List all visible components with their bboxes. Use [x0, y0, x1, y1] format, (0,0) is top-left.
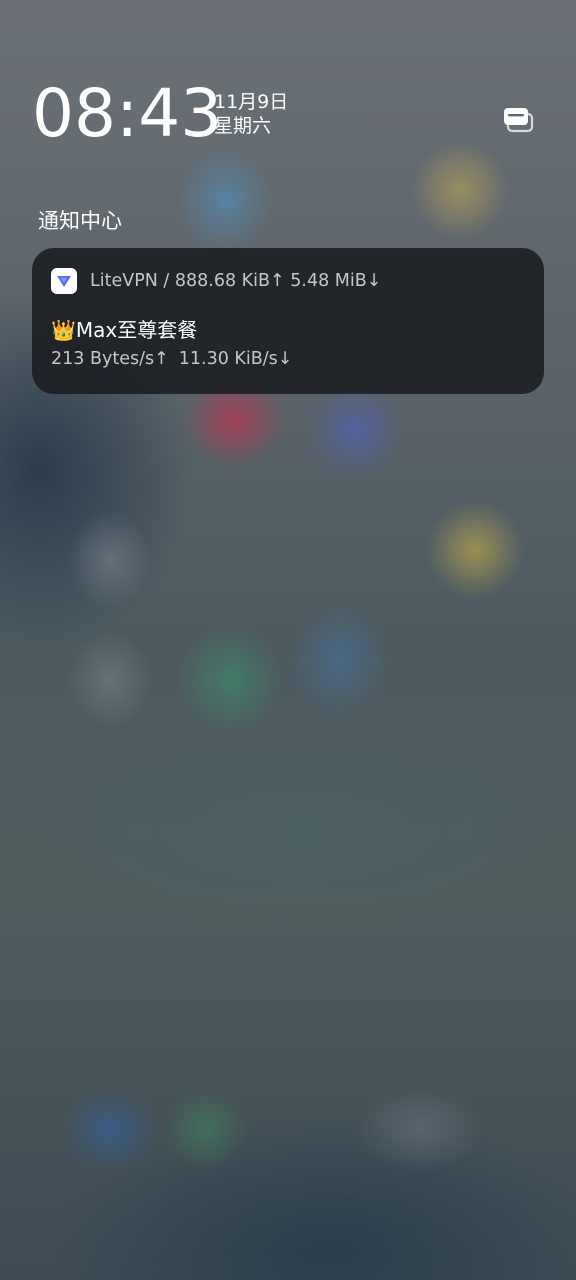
app-name: LiteVPN	[90, 271, 158, 291]
notification-header: LiteVPN / 888.68 KiB↑ 5.48 MiB↓	[90, 268, 381, 294]
notification-manage-icon[interactable]	[500, 104, 536, 136]
plan-name: Max至尊套餐	[75, 318, 198, 342]
litevpn-logo-icon	[51, 268, 77, 294]
traffic-download: 5.48 MiB↓	[290, 271, 382, 291]
speed-upload: 213 Bytes/s↑	[51, 349, 169, 369]
traffic-upload: 888.68 KiB↑	[174, 271, 285, 291]
notification-card-litevpn[interactable]: LiteVPN / 888.68 KiB↑ 5.48 MiB↓ 👑Max至尊套餐…	[32, 248, 544, 394]
date-label: 11月9日	[214, 91, 289, 113]
notification-body: 213 Bytes/s↑ 11.30 KiB/s↓	[51, 346, 292, 372]
notification-title: 👑Max至尊套餐	[51, 316, 197, 344]
crown-icon: 👑	[51, 318, 76, 342]
weekday-label: 星期六	[214, 115, 272, 137]
blurred-wallpaper	[0, 0, 576, 1280]
speed-download: 11.30 KiB/s↓	[178, 349, 293, 369]
date-block: 11月9日 星期六	[214, 90, 288, 138]
header-separator: /	[157, 271, 175, 291]
clock-time: 08:43	[32, 75, 223, 152]
notification-center-title: 通知中心	[38, 209, 122, 233]
